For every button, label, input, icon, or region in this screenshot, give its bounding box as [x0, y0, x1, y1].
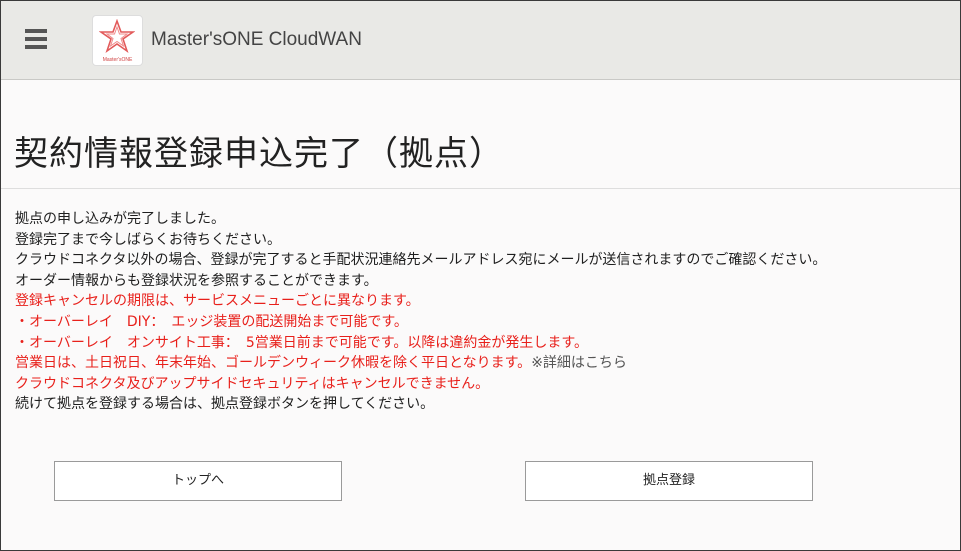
app-header: Master'sONE Master'sONE CloudWAN	[1, 1, 960, 80]
alert-text: 営業日は、土日祝日、年末年始、ゴールデンウィーク休暇を除く平日となります。	[15, 355, 532, 372]
alert-line: ・オーバーレイ オンサイト工事： 5営業日前まで可能です。以降は違約金が発生しま…	[15, 334, 588, 351]
alert-line: クラウドコネクタ及びアップサイドセキュリティはキャンセルできません。	[15, 375, 490, 392]
message-line: 続けて拠点を登録する場合は、拠点登録ボタンを押してください。	[15, 396, 435, 413]
hamburger-menu-icon[interactable]	[25, 29, 47, 51]
message-line: クラウドコネクタ以外の場合、登録が完了すると手配状況連絡先メールアドレス宛にメー…	[15, 252, 827, 269]
message-line: 登録完了まで今しばらくお待ちください。	[15, 231, 281, 248]
message-line: オーダー情報からも登録状況を参照することができます。	[15, 272, 378, 289]
logo-text: Master'sONE	[102, 57, 133, 63]
top-page-button[interactable]: トップへ	[54, 461, 342, 501]
app-title: Master'sONE CloudWAN	[151, 29, 362, 50]
alert-line-with-link: 営業日は、土日祝日、年末年始、ゴールデンウィーク休暇を除く平日となります。※詳細…	[15, 353, 955, 374]
message-line: 拠点の申し込みが完了しました。	[15, 211, 225, 227]
alert-line: ・オーバーレイ DIY： エッジ装置の配送開始まで可能です。	[15, 313, 408, 330]
alert-line: 登録キャンセルの期限は、サービスメニューごとに異なります。	[15, 293, 420, 310]
brand-logo[interactable]: Master'sONE	[92, 15, 143, 66]
details-link[interactable]: ※詳細はこちら	[531, 355, 627, 371]
message-block: 拠点の申し込みが完了しました。 登録完了まで今しばらくお待ちください。 クラウド…	[15, 209, 955, 415]
star-logo-icon	[99, 19, 135, 54]
divider	[1, 188, 960, 189]
register-site-button[interactable]: 拠点登録	[525, 461, 813, 501]
app-window: Master'sONE Master'sONE CloudWAN 契約情報登録申…	[0, 0, 961, 551]
page-title: 契約情報登録申込完了（拠点）	[14, 134, 504, 174]
